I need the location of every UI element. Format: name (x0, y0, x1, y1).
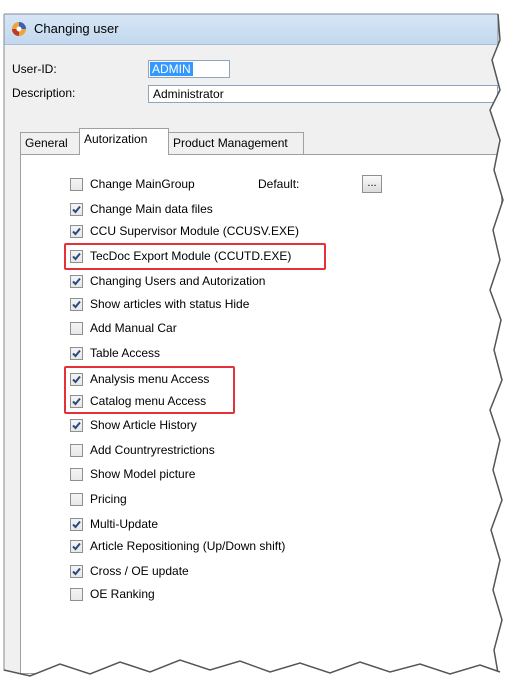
torn-edge-frame (0, 0, 512, 690)
tab-autorization[interactable]: Autorization (79, 128, 169, 155)
tab-autorization-label: Autorization (84, 132, 148, 146)
changing-user-dialog: Changing user User-ID: ADMIN Description… (0, 0, 512, 690)
